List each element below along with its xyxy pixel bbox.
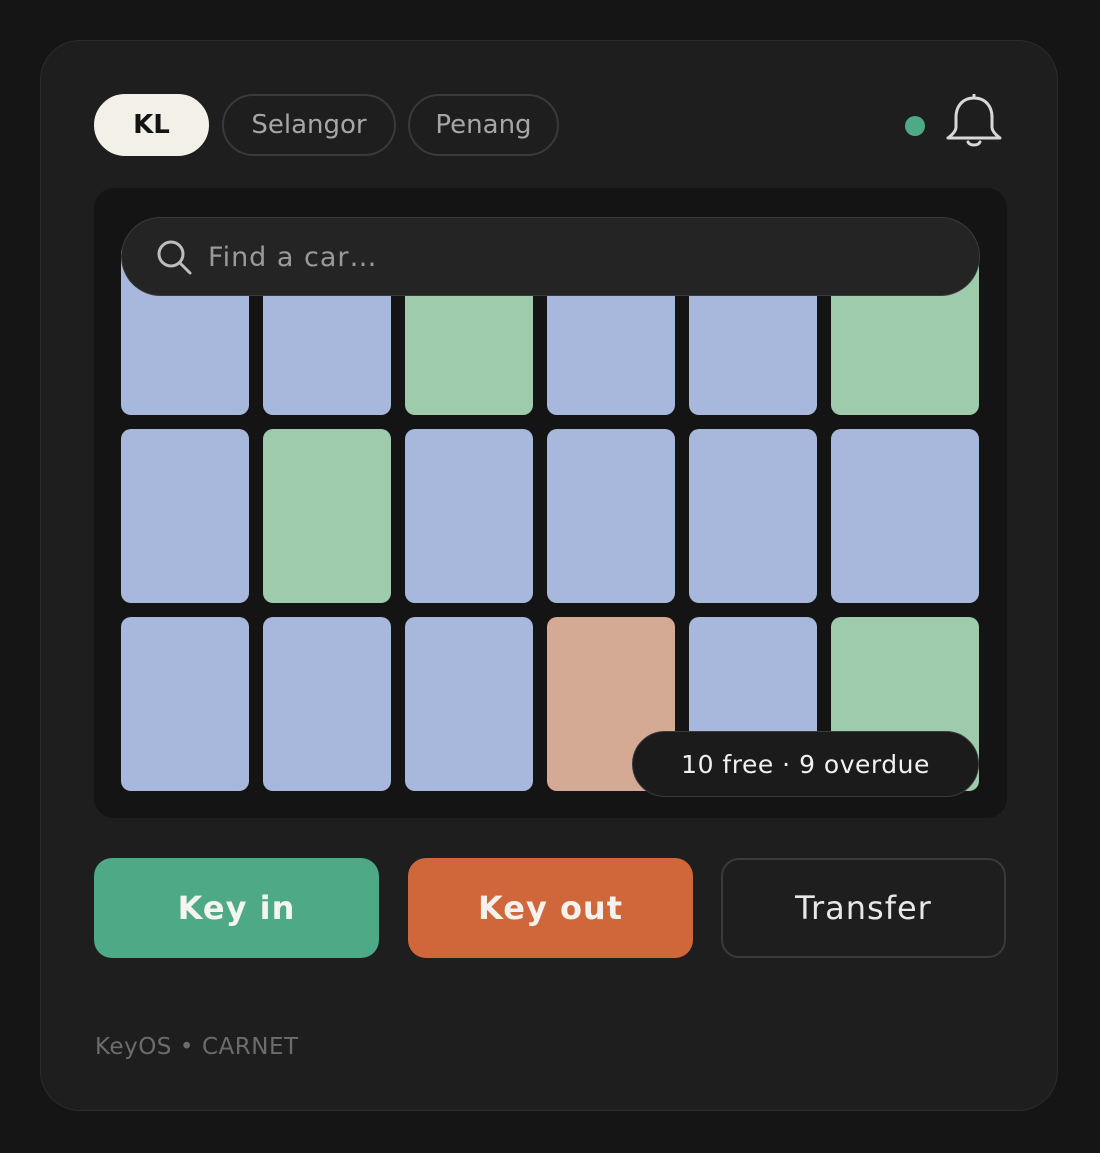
key-in-button[interactable]: Key in [94,858,379,958]
region-tab-selangor[interactable]: Selangor [222,94,396,156]
key-slot-occupied[interactable] [121,429,249,603]
key-out-button[interactable]: Key out [408,858,693,958]
online-status-dot [905,116,925,136]
region-tab-kl[interactable]: KL [94,94,209,156]
search-input[interactable] [208,236,928,278]
search-icon [157,240,192,275]
key-slot-board: 10 free · 9 overdue [94,188,1007,818]
footer-client: CARNET [201,1034,299,1060]
footer-separator: • [179,1034,194,1060]
region-tab-penang[interactable]: Penang [408,94,559,156]
slot-summary-badge: 10 free · 9 overdue [632,731,979,797]
key-slot-occupied[interactable] [831,429,979,603]
footer-brand: KeyOS [95,1034,172,1060]
key-slot-occupied[interactable] [547,429,675,603]
footer: KeyOS • CARNET [95,1034,299,1060]
key-slot-occupied[interactable] [405,429,533,603]
key-slot-occupied[interactable] [121,617,249,791]
transfer-button[interactable]: Transfer [721,858,1006,958]
key-slot-available[interactable] [263,429,391,603]
key-slot-occupied[interactable] [689,429,817,603]
key-slot-occupied[interactable] [263,617,391,791]
key-cabinet-panel: KL Selangor Penang 10 free · 9 overdue K… [40,40,1058,1111]
key-slot-occupied[interactable] [405,617,533,791]
bell-icon[interactable] [945,94,1003,148]
search-bar[interactable] [121,217,980,296]
